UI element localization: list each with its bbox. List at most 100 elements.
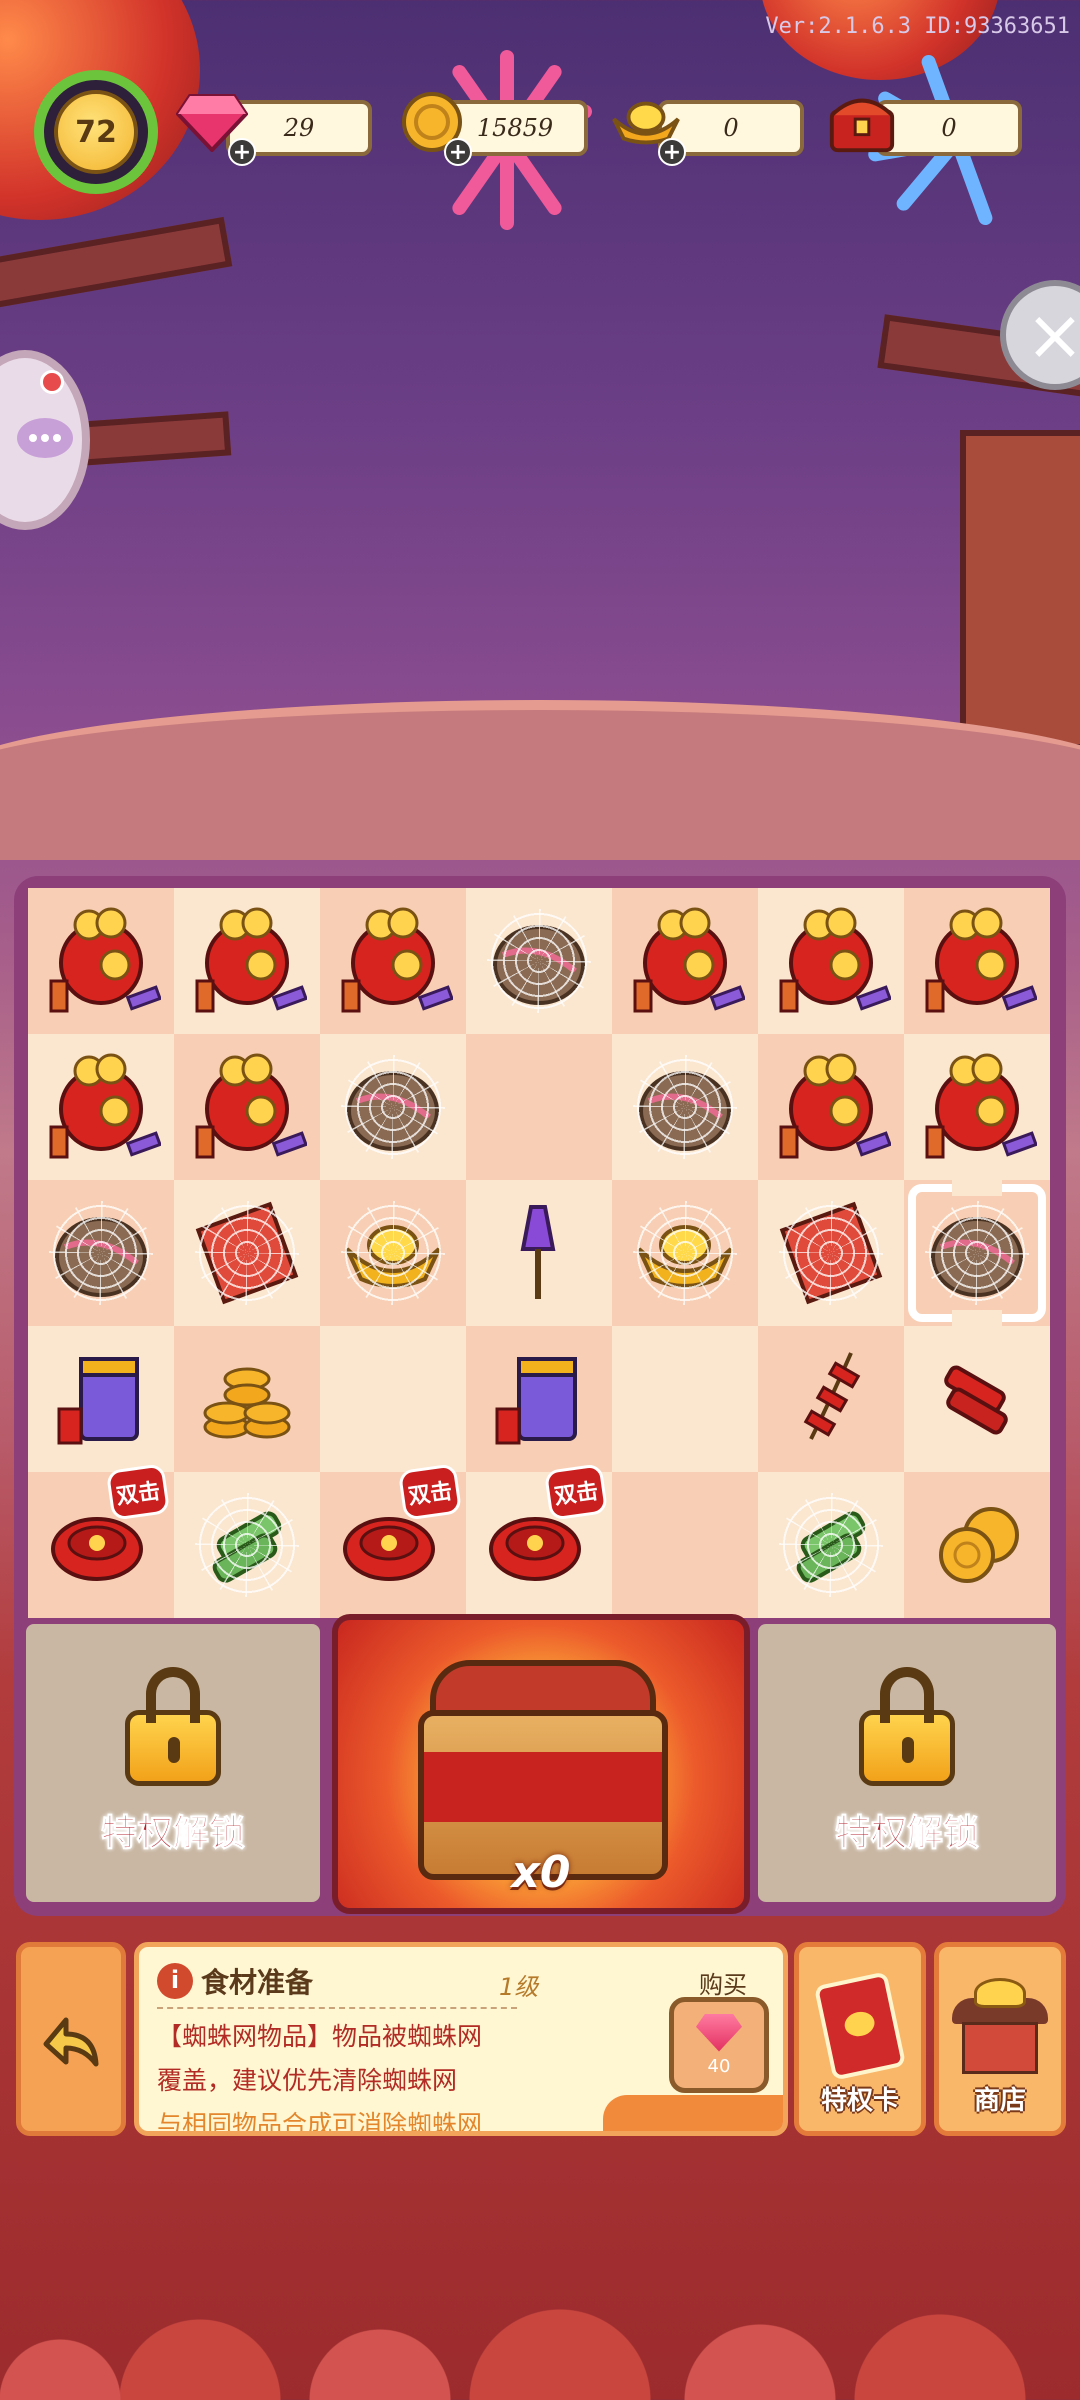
buy-price: 40: [707, 2055, 731, 2077]
board-cell[interactable]: [174, 1180, 320, 1326]
board-cell[interactable]: [320, 1180, 466, 1326]
board-cell[interactable]: [174, 1326, 320, 1472]
board-cell[interactable]: [28, 1326, 174, 1472]
add-gold-ingot-icon[interactable]: +: [658, 138, 686, 166]
webbed-red-envelope-icon[interactable]: [187, 1193, 307, 1313]
board-cell[interactable]: [612, 1472, 758, 1618]
board-cell[interactable]: [612, 888, 758, 1034]
spider-web-overlay: [195, 1493, 299, 1597]
board-cell[interactable]: 双击: [320, 1463, 466, 1618]
locked-slot-label: 特权解锁: [100, 1813, 245, 1855]
board-cell[interactable]: [904, 1326, 1050, 1472]
webbed-gold-icon[interactable]: [625, 1193, 745, 1313]
lucky-bag-icon[interactable]: [187, 1047, 308, 1167]
board-cell[interactable]: [904, 1472, 1050, 1618]
board-cell[interactable]: [758, 1472, 904, 1618]
treasure-chest-icon: [826, 86, 898, 158]
board-cell[interactable]: [758, 1326, 904, 1472]
panel-tab-decoration: [603, 2095, 783, 2131]
board-cell[interactable]: [466, 888, 612, 1034]
coin-stack-icon[interactable]: [187, 1339, 307, 1459]
back-arrow-icon[interactable]: [16, 1942, 126, 2136]
lucky-bag-icon[interactable]: [771, 901, 892, 1021]
board-cell[interactable]: [758, 888, 904, 1034]
board-cell[interactable]: [904, 1180, 1050, 1326]
lock-icon: [859, 1667, 955, 1786]
chest-count-top: 0: [941, 114, 957, 142]
lucky-bag-icon[interactable]: [333, 901, 454, 1021]
board-cell[interactable]: [904, 1034, 1050, 1180]
rocket-icon[interactable]: [479, 1193, 599, 1313]
firework-box-icon[interactable]: [479, 1339, 599, 1459]
double-tap-badge: 双击: [397, 1463, 463, 1521]
board-cell[interactable]: [174, 888, 320, 1034]
lucky-bag-icon[interactable]: [41, 901, 162, 1021]
firecracker-roll-icon[interactable]: 双击: [333, 1463, 463, 1605]
board-cell[interactable]: [612, 1326, 758, 1472]
webbed-item-icon[interactable]: [333, 1047, 453, 1167]
add-coins-icon[interactable]: +: [444, 138, 472, 166]
board-cell[interactable]: [758, 1180, 904, 1326]
board-cell[interactable]: [28, 1034, 174, 1180]
coins-icon[interactable]: [917, 1485, 1037, 1605]
item-title: 食材准备: [201, 1966, 314, 1999]
board-cell[interactable]: [174, 1034, 320, 1180]
locked-slot-label: 特权解锁: [834, 1813, 979, 1855]
webbed-red-envelope-icon[interactable]: [771, 1193, 891, 1313]
board-cell[interactable]: [612, 1034, 758, 1180]
spider-web-overlay: [487, 909, 591, 1013]
firecracker-icon[interactable]: [917, 1339, 1037, 1459]
board-cell[interactable]: [320, 888, 466, 1034]
shop-icon: [952, 1978, 1048, 2074]
board-cell[interactable]: [758, 1034, 904, 1180]
reward-chest[interactable]: x0: [332, 1614, 750, 1914]
lucky-bag-icon[interactable]: [41, 1047, 162, 1167]
cell-selector: [908, 1180, 1046, 1326]
lucky-bag-icon[interactable]: [625, 901, 746, 1021]
board-cell[interactable]: [320, 1326, 466, 1472]
board-cell[interactable]: [174, 1472, 320, 1618]
building-decoration: [960, 430, 1080, 750]
double-tap-badge: 双击: [105, 1463, 171, 1521]
lucky-bag-icon[interactable]: [771, 1047, 892, 1167]
lucky-bag-icon[interactable]: [917, 901, 1038, 1021]
board-cell[interactable]: 双击: [28, 1463, 174, 1618]
locked-slot-right[interactable]: 特权解锁: [752, 1618, 1062, 1908]
shop-button[interactable]: 商店: [934, 1942, 1066, 2136]
gold-ingot-count: 0: [723, 114, 739, 142]
webbed-gold-icon[interactable]: [333, 1193, 453, 1313]
spider-web-overlay: [195, 1201, 299, 1305]
webbed-bamboo-icon[interactable]: [187, 1485, 307, 1605]
webbed-bamboo-icon[interactable]: [771, 1485, 891, 1605]
spider-web-overlay: [633, 1055, 737, 1159]
privilege-card-button[interactable]: 特权卡: [794, 1942, 926, 2136]
board-cell[interactable]: [320, 1034, 466, 1180]
locked-slot-left[interactable]: 特权解锁: [20, 1618, 326, 1908]
buy-button[interactable]: 40: [669, 1997, 769, 2093]
lucky-bag-icon[interactable]: [187, 901, 308, 1021]
webbed-item-icon[interactable]: [479, 901, 599, 1021]
firecracker-roll-icon[interactable]: 双击: [41, 1463, 171, 1605]
board-cell[interactable]: [904, 888, 1050, 1034]
gem-count: 29: [283, 114, 315, 142]
shop-label: 商店: [973, 2086, 1026, 2116]
board-cell[interactable]: [466, 1180, 612, 1326]
board-cell[interactable]: [466, 1034, 612, 1180]
board-cell[interactable]: 双击: [466, 1463, 612, 1618]
roof-decoration: [0, 216, 233, 314]
lucky-bag-icon[interactable]: [917, 1047, 1038, 1167]
firework-box-icon[interactable]: [41, 1339, 161, 1459]
player-level-badge[interactable]: 72: [34, 70, 158, 194]
board-cell[interactable]: [28, 1180, 174, 1326]
firecracker-string-icon[interactable]: [771, 1339, 891, 1459]
webbed-item-icon[interactable]: [41, 1193, 161, 1313]
add-gems-icon[interactable]: +: [228, 138, 256, 166]
buy-label: 购买: [699, 1971, 747, 1999]
firecracker-roll-icon[interactable]: 双击: [479, 1463, 609, 1605]
webbed-item-icon[interactable]: [625, 1047, 745, 1167]
chest-count: x0: [511, 1847, 571, 1898]
board-cell[interactable]: [466, 1326, 612, 1472]
board-cell[interactable]: [612, 1180, 758, 1326]
divider: [157, 2007, 517, 2009]
board-cell[interactable]: [28, 888, 174, 1034]
